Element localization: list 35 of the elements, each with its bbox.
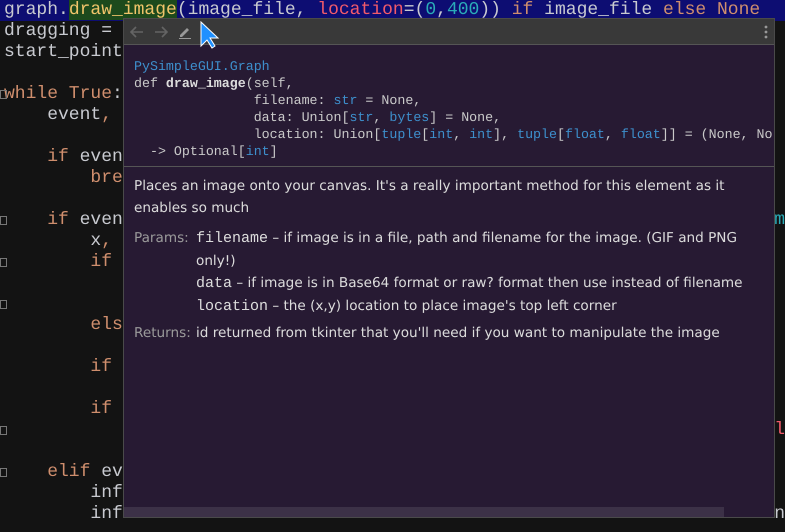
code-fragment: n (774, 504, 785, 525)
param-description: location – the (x,y) location to place image's top left corner (196, 297, 618, 317)
code-line: if even (46, 210, 123, 231)
code-line: bre (89, 168, 123, 189)
code-fragment: m (774, 210, 785, 231)
mouse-cursor-icon (200, 21, 220, 49)
param-description: data – if image is in Base64 format or raw? format then use instead of filename (196, 274, 744, 294)
code-line: dragging = (4, 21, 112, 42)
params-label: Params: (134, 229, 190, 248)
returns-label: Returns: (134, 324, 192, 343)
code-line: if even (46, 147, 123, 168)
code-line: x, (89, 231, 112, 252)
code-line: graph.draw_image(image_file, location=(0,400)) if image_file else None (4, 0, 760, 21)
description-text: Places an image onto your canvas. It's a really important method for this element as it enables so much (134, 177, 726, 218)
code-line: inf (89, 483, 123, 504)
code-line: elif ev (46, 462, 123, 483)
returns-text: id returned from tkinter that you'll need if you want to manipulate the image (196, 324, 720, 343)
more-options-icon[interactable] (764, 24, 768, 38)
code-line: if (89, 357, 112, 378)
code-line: event, (46, 105, 112, 126)
fold-marker-icon[interactable] (0, 426, 7, 435)
fold-marker-icon[interactable] (0, 216, 7, 225)
fold-marker-icon[interactable] (0, 300, 7, 309)
code-line: while True: (4, 84, 123, 105)
code-line: els (89, 315, 123, 336)
code-line: if (89, 252, 112, 273)
signature-block: PySimpleGUI.Graph def draw_image(self, filename: str = None, data: Union[str, bytes] = None, location: Union[tuple[int, int], tuple[float, float]] = (None, No -> Optional[int] (124, 45, 774, 167)
fold-marker-icon[interactable] (0, 468, 7, 477)
code-line: if (89, 399, 112, 420)
param-description: filename – if image is in a file, path and filename for the image. (GIF and PNG only!) (196, 229, 738, 271)
code-line: inf (89, 504, 123, 525)
horizontal-scrollbar[interactable] (124, 507, 724, 517)
fold-marker-icon[interactable] (0, 258, 7, 267)
code-fragment: l (774, 420, 785, 441)
code-line: start_point (4, 42, 123, 63)
